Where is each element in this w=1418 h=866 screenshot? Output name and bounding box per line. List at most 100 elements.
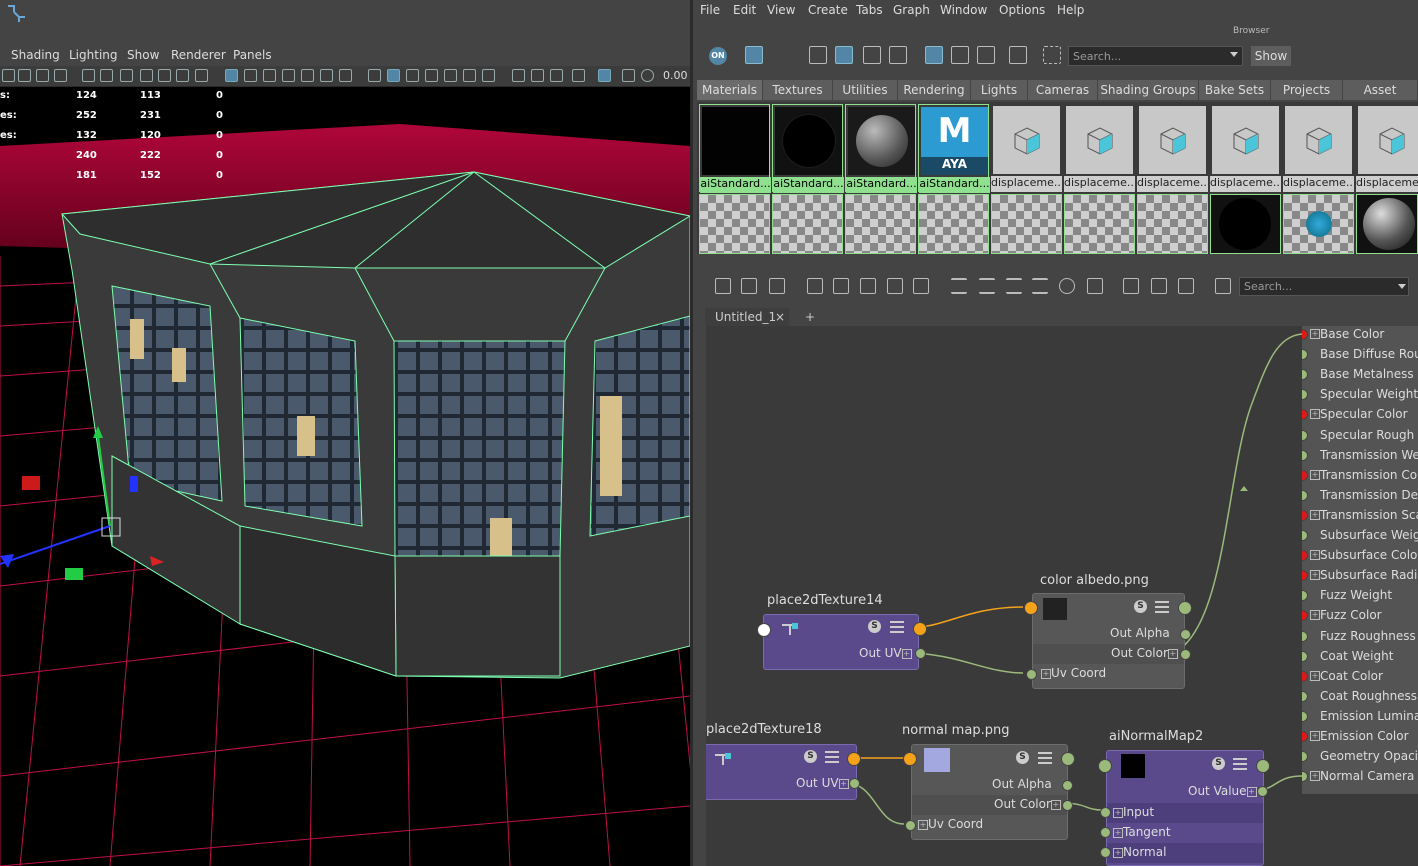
input-port[interactable]: [757, 623, 771, 637]
input-port[interactable]: [1302, 530, 1308, 541]
gate-mask-icon[interactable]: [282, 69, 295, 82]
attributes-icon[interactable]: [1038, 752, 1052, 764]
s-icon[interactable]: S: [1212, 757, 1225, 770]
rearrange-icon[interactable]: [887, 278, 903, 294]
image-plane-icon[interactable]: [54, 69, 67, 82]
snap-to-grid-icon[interactable]: [1151, 278, 1167, 294]
motion-blur-icon[interactable]: [531, 69, 544, 82]
expand-icon[interactable]: +: [1310, 731, 1320, 741]
menu-view[interactable]: View: [767, 3, 795, 17]
default-material-icon[interactable]: [406, 69, 419, 82]
output-port[interactable]: [1062, 800, 1073, 811]
swatch-texture-7[interactable]: [1137, 194, 1208, 254]
menu-window[interactable]: Window: [940, 3, 987, 17]
use-lights-icon[interactable]: [463, 69, 476, 82]
swatch-texture-4[interactable]: [918, 194, 989, 254]
expand-icon[interactable]: +: [1310, 610, 1320, 621]
shader-attribute-row[interactable]: + Coat Color: [1302, 666, 1418, 686]
shader-attribute-row[interactable]: + Normal Camera: [1302, 766, 1418, 786]
depth-of-field-icon[interactable]: [572, 69, 585, 82]
swatch-displacement-5[interactable]: displaceme...: [1283, 104, 1354, 192]
expand-icon[interactable]: +: [1310, 469, 1320, 480]
output-port[interactable]: [1257, 786, 1268, 797]
output-port[interactable]: [1061, 752, 1075, 766]
move-icon[interactable]: [176, 69, 189, 82]
chevron-down-icon[interactable]: [1398, 284, 1406, 289]
input-port[interactable]: [1302, 771, 1308, 783]
shader-attribute-row[interactable]: Transmission De: [1302, 485, 1418, 505]
input-port[interactable]: [1302, 469, 1308, 481]
node-editor-canvas[interactable]: place2dTexture14 S Out UV + color albedo.…: [706, 326, 1418, 866]
attributes-icon[interactable]: [890, 621, 904, 633]
xray-icon[interactable]: [622, 69, 635, 82]
safe-action-icon[interactable]: [320, 69, 333, 82]
grid-toggle-icon[interactable]: [1123, 278, 1139, 294]
swatch-displacement-3[interactable]: displaceme...: [1137, 104, 1208, 192]
expand-icon[interactable]: +: [1050, 799, 1061, 810]
expand-icon[interactable]: +: [1041, 668, 1051, 679]
building-model[interactable]: [60, 171, 690, 679]
graph-options-icon[interactable]: [1178, 278, 1194, 294]
input-port[interactable]: [1302, 429, 1308, 441]
output-port[interactable]: [847, 752, 861, 766]
output-port[interactable]: [1180, 649, 1191, 660]
shader-attribute-row[interactable]: Fuzz Roughness: [1302, 626, 1418, 646]
s-icon[interactable]: S: [804, 750, 817, 763]
sort-by-type-icon[interactable]: [951, 46, 969, 64]
input-port[interactable]: [1302, 489, 1308, 501]
tab-utilities[interactable]: Utilities: [833, 80, 898, 100]
safe-title-icon[interactable]: [339, 69, 352, 82]
tab-projects[interactable]: Projects: [1271, 80, 1343, 100]
sort-by-name-icon[interactable]: [925, 46, 943, 64]
expand-icon[interactable]: +: [1310, 509, 1320, 520]
swatch-displacement-4[interactable]: displaceme...: [1210, 104, 1281, 192]
track-icon[interactable]: [100, 69, 113, 82]
movie-camera-icon[interactable]: [82, 69, 95, 82]
frame-selected-icon[interactable]: [833, 278, 849, 294]
menu-renderer[interactable]: Renderer: [171, 48, 226, 62]
input-port[interactable]: [1302, 369, 1308, 381]
expand-icon[interactable]: +: [1310, 771, 1320, 782]
expand-icon[interactable]: +: [1310, 570, 1320, 581]
swatch-texture-3[interactable]: [845, 194, 916, 254]
shader-attribute-row[interactable]: Base Diffuse Rou: [1302, 344, 1418, 364]
menu-graph[interactable]: Graph: [893, 3, 930, 17]
shadows-icon[interactable]: [482, 69, 495, 82]
shader-attribute-row[interactable]: Coat Roughness: [1302, 686, 1418, 706]
viewport-panel[interactable]: Shading Lighting Show Renderer Panels 0.…: [0, 0, 690, 866]
close-icon[interactable]: ×: [775, 308, 785, 326]
exposure-icon[interactable]: [641, 69, 654, 82]
s-icon[interactable]: S: [1016, 751, 1029, 764]
expand-icon[interactable]: +: [918, 819, 928, 830]
textured-icon[interactable]: [444, 69, 457, 82]
menu-shading[interactable]: Shading: [11, 48, 60, 62]
frame-all-icon[interactable]: [807, 278, 823, 294]
input-port[interactable]: [1302, 590, 1308, 602]
node-color-albedo[interactable]: S Out Alpha Out Color + + Uv Coord: [1024, 593, 1192, 689]
smooth-shade-icon[interactable]: [387, 69, 400, 82]
shader-attribute-row[interactable]: + Transmission Co: [1302, 465, 1418, 485]
3d-scene[interactable]: [0, 86, 690, 866]
attributes-icon[interactable]: [1233, 758, 1247, 770]
swatch-texture-8[interactable]: [1210, 194, 1281, 254]
menu-lighting[interactable]: Lighting: [69, 48, 118, 62]
output-port[interactable]: [849, 778, 860, 789]
add-tab-button[interactable]: +: [805, 308, 815, 326]
input-port[interactable]: [1024, 601, 1038, 615]
input-port[interactable]: [1100, 807, 1111, 818]
shader-attribute-row[interactable]: + Fuzz Color: [1302, 605, 1418, 625]
attributes-icon[interactable]: [1155, 601, 1169, 613]
node-place2dtexture18[interactable]: S Out UV +: [706, 744, 861, 800]
node-place2dtexture14[interactable]: S Out UV +: [757, 614, 927, 670]
shader-attribute-row[interactable]: + Emission Color: [1302, 726, 1418, 746]
swatch-texture-6[interactable]: [1064, 194, 1135, 254]
input-port[interactable]: [1302, 650, 1308, 662]
input-output-icon[interactable]: [741, 278, 757, 294]
frame-selection-icon[interactable]: [1043, 46, 1061, 64]
input-port[interactable]: [1302, 690, 1308, 702]
menu-options[interactable]: Options: [999, 3, 1045, 17]
camera-icon[interactable]: [2, 69, 15, 82]
input-port[interactable]: [1100, 847, 1111, 858]
expand-icon[interactable]: +: [901, 648, 912, 659]
bookmark-icon[interactable]: [36, 69, 49, 82]
